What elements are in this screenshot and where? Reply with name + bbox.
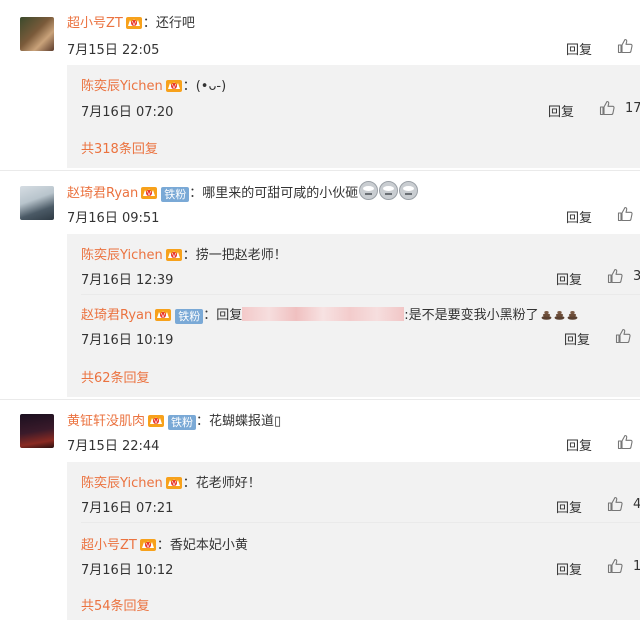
comment-time: 7月15日 22:05 [67, 43, 160, 58]
commenter-name[interactable]: 超小号ZT [67, 16, 123, 31]
like-count: 4 [633, 497, 640, 512]
vip-crown-icon [165, 246, 183, 262]
reply-button[interactable]: 回复 [566, 435, 592, 454]
vip-crown-icon [139, 536, 157, 552]
more-replies-link[interactable]: 共54条回复 [81, 595, 150, 614]
reply-button[interactable]: 回复 [564, 329, 590, 348]
ultraman-emoji-icon [399, 181, 419, 200]
comment-time: 7月16日 09:51 [67, 211, 160, 226]
more-replies-link[interactable]: 共318条回复 [81, 138, 158, 157]
thumbs-up-icon[interactable] [607, 496, 623, 512]
reply-button[interactable]: 回复 [566, 39, 592, 58]
commenter-name[interactable]: 赵琦君Ryan [67, 186, 138, 201]
reply-time: 7月16日 07:20 [81, 105, 174, 120]
vip-crown-icon [125, 14, 143, 30]
reply-button[interactable]: 回复 [566, 207, 592, 226]
reply-author[interactable]: 陈奕辰Yichen [81, 248, 163, 263]
vip-crown-icon [147, 412, 165, 428]
poop-emoji-icon [567, 309, 578, 320]
fan-badge: 铁粉 [175, 309, 204, 324]
reply-button[interactable]: 回复 [556, 269, 582, 288]
reply-list: 陈奕辰Yichen ：花老师好！ 7月16日 07:21 回复 4 超小号ZT ：香… [67, 462, 640, 620]
like-count: 17 [625, 101, 640, 116]
reply-time: 7月16日 12:39 [81, 273, 174, 288]
avatar[interactable] [20, 186, 54, 220]
like-count: 1 [633, 559, 640, 574]
fan-badge: 铁粉 [168, 415, 197, 430]
comment-text: ：还行吧 [142, 16, 195, 31]
comment-text: ：花蝴蝶报道▯ [196, 414, 282, 429]
thumbs-up-icon[interactable] [617, 38, 633, 54]
redacted-username [242, 307, 405, 321]
comment-text: ：哪里来的可甜可咸的小伙砸 [189, 186, 359, 201]
reply-button[interactable]: 回复 [556, 497, 582, 516]
reply-list: 陈奕辰Yichen ：(•ᴗ-) 7月16日 07:20 回复 17 共318条回… [67, 65, 640, 168]
thumbs-up-icon[interactable] [617, 434, 633, 450]
vip-crown-icon [165, 474, 183, 490]
like-count: 3 [633, 269, 640, 284]
divider [81, 294, 640, 295]
reply-text: ：花老师好！ [182, 476, 261, 491]
commenter-name[interactable]: 黄钲轩没肌肉 [67, 414, 145, 429]
comment-time: 7月15日 22:44 [67, 439, 160, 454]
thumbs-up-icon[interactable] [617, 206, 633, 222]
thumbs-up-icon[interactable] [599, 100, 615, 116]
divider [81, 522, 640, 523]
vip-crown-icon [154, 306, 172, 322]
vip-crown-icon [140, 184, 158, 200]
thumbs-up-icon[interactable] [607, 558, 623, 574]
avatar[interactable] [20, 414, 54, 448]
reply-prefix: ：回复 [203, 308, 243, 323]
thumbs-up-icon[interactable] [607, 268, 623, 284]
fan-badge: 铁粉 [161, 187, 190, 202]
ultraman-emoji-icon [379, 181, 399, 200]
vip-crown-icon [165, 77, 183, 93]
reply-author[interactable]: 陈奕辰Yichen [81, 79, 163, 94]
reply-button[interactable]: 回复 [556, 559, 582, 578]
more-replies-link[interactable]: 共62条回复 [81, 367, 150, 386]
poop-emoji-icon [554, 309, 565, 320]
reply-author[interactable]: 赵琦君Ryan [81, 308, 152, 323]
reply-list: 陈奕辰Yichen ：捞一把赵老师！ 7月16日 12:39 回复 3 赵琦君Ry… [67, 234, 640, 397]
reply-time: 7月16日 10:19 [81, 333, 174, 348]
poop-emoji-icon [541, 309, 552, 320]
reply-text: ：(•ᴗ-) [182, 79, 227, 94]
avatar[interactable] [20, 17, 54, 51]
divider [0, 399, 640, 400]
reply-button[interactable]: 回复 [548, 101, 574, 120]
divider [0, 170, 640, 171]
reply-text: :是不是要变我小黑粉了 [404, 308, 539, 323]
reply-time: 7月16日 10:12 [81, 563, 174, 578]
thumbs-up-icon[interactable] [615, 328, 631, 344]
reply-author[interactable]: 陈奕辰Yichen [81, 476, 163, 491]
reply-text: ：捞一把赵老师！ [182, 248, 287, 263]
reply-text: ：香妃本妃小黄 [156, 538, 248, 553]
reply-time: 7月16日 07:21 [81, 501, 174, 516]
ultraman-emoji-icon [359, 181, 379, 200]
reply-author[interactable]: 超小号ZT [81, 538, 137, 553]
